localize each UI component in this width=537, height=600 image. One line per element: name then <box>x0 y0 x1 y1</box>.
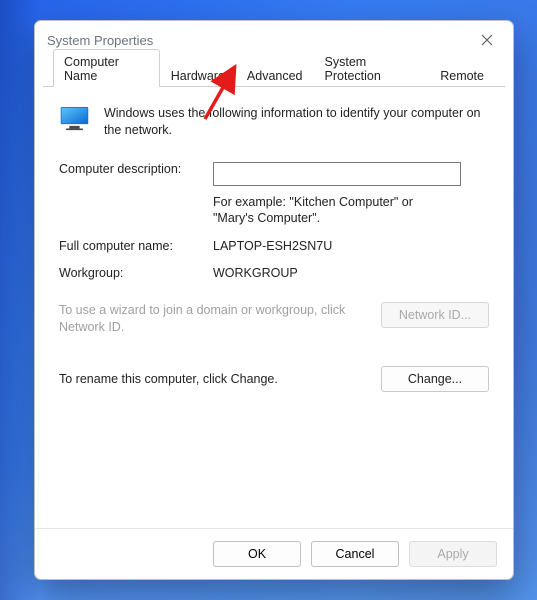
tab-hardware[interactable]: Hardware <box>160 63 236 87</box>
description-label: Computer description: <box>59 159 213 176</box>
ok-button[interactable]: OK <box>213 541 301 567</box>
rename-section: To rename this computer, click Change. C… <box>59 366 489 392</box>
network-id-text: To use a wizard to join a domain or work… <box>59 302 371 336</box>
tab-content: Windows uses the following information t… <box>35 87 513 528</box>
close-icon <box>481 34 493 46</box>
rename-text: To rename this computer, click Change. <box>59 372 371 386</box>
tabs-row: Computer Name Hardware Advanced System P… <box>43 59 505 87</box>
window-title: System Properties <box>47 33 473 48</box>
tab-system-protection[interactable]: System Protection <box>314 49 430 87</box>
fullname-label: Full computer name: <box>59 236 213 253</box>
close-button[interactable] <box>473 26 501 54</box>
tab-computer-name[interactable]: Computer Name <box>53 49 160 87</box>
workgroup-label: Workgroup: <box>59 263 213 280</box>
tab-advanced[interactable]: Advanced <box>236 63 314 87</box>
fullname-value: LAPTOP-ESH2SN7U <box>213 236 489 253</box>
description-input[interactable] <box>213 162 461 186</box>
intro-text: Windows uses the following information t… <box>104 103 489 139</box>
description-example: For example: "Kitchen Computer" or "Mary… <box>213 194 453 227</box>
monitor-icon <box>59 103 90 135</box>
system-properties-dialog: System Properties Computer Name Hardware… <box>34 20 514 580</box>
change-button[interactable]: Change... <box>381 366 489 392</box>
fullname-row: Full computer name: LAPTOP-ESH2SN7U <box>59 236 489 253</box>
description-row: Computer description: For example: "Kitc… <box>59 159 489 227</box>
apply-button[interactable]: Apply <box>409 541 497 567</box>
tab-remote[interactable]: Remote <box>429 63 495 87</box>
dialog-footer: OK Cancel Apply <box>35 528 513 579</box>
workgroup-row: Workgroup: WORKGROUP <box>59 263 489 280</box>
cancel-button[interactable]: Cancel <box>311 541 399 567</box>
intro-row: Windows uses the following information t… <box>59 103 489 139</box>
network-id-button[interactable]: Network ID... <box>381 302 489 328</box>
workgroup-value: WORKGROUP <box>213 263 489 280</box>
network-id-section: To use a wizard to join a domain or work… <box>59 302 489 336</box>
